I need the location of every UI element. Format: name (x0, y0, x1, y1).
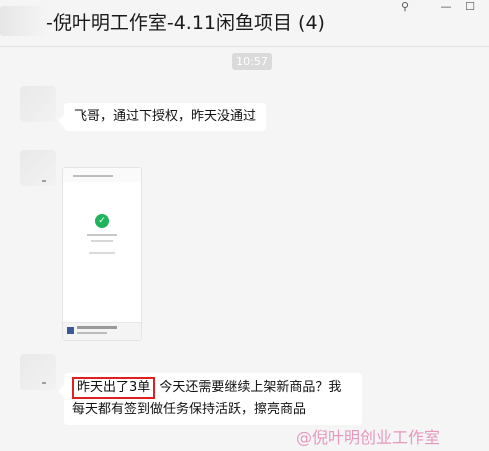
minimize-icon[interactable]: — (434, 0, 458, 13)
highlighted-text: 昨天出了3单 (72, 377, 156, 399)
message-timestamp: 10:57 (232, 53, 272, 70)
pin-icon[interactable]: ⚲ (393, 0, 417, 13)
message-bubble-1[interactable]: 飞哥，通过下授权，昨天没通过 (57, 103, 267, 131)
maximize-icon[interactable]: ☐ (458, 0, 482, 13)
chat-header: -倪叶明工作室-4.11闲鱼项目 (4) ⚲ — ☐ (0, 0, 489, 47)
message-text: 飞哥，通过下授权，昨天没通过 (74, 109, 257, 124)
phone-footer (63, 322, 141, 340)
phone-text-line (87, 234, 117, 236)
avatar-marker (42, 180, 46, 182)
check-icon: ✓ (95, 214, 109, 228)
phone-text-line (91, 240, 113, 242)
message-bubble-3[interactable]: 昨天出了3单 今天还需要继续上架新商品？我每天都有签到做任务保持活跃，擦亮商品 (58, 373, 362, 425)
phone-footer-text (77, 332, 107, 334)
avatar[interactable] (20, 354, 56, 390)
avatar[interactable] (20, 86, 56, 122)
chat-title: -倪叶明工作室-4.11闲鱼项目 (4) (46, 12, 325, 34)
blurred-avatar (0, 6, 48, 36)
phone-footer-text (77, 326, 117, 329)
avatar[interactable] (20, 150, 56, 186)
watermark: @倪叶明创业工作室 (296, 428, 441, 447)
phone-title-line (73, 175, 113, 177)
image-message-phone-screenshot[interactable]: ✓ (62, 167, 142, 341)
avatar-marker (42, 382, 46, 384)
phone-text-line (89, 252, 115, 254)
app-icon (67, 327, 74, 334)
